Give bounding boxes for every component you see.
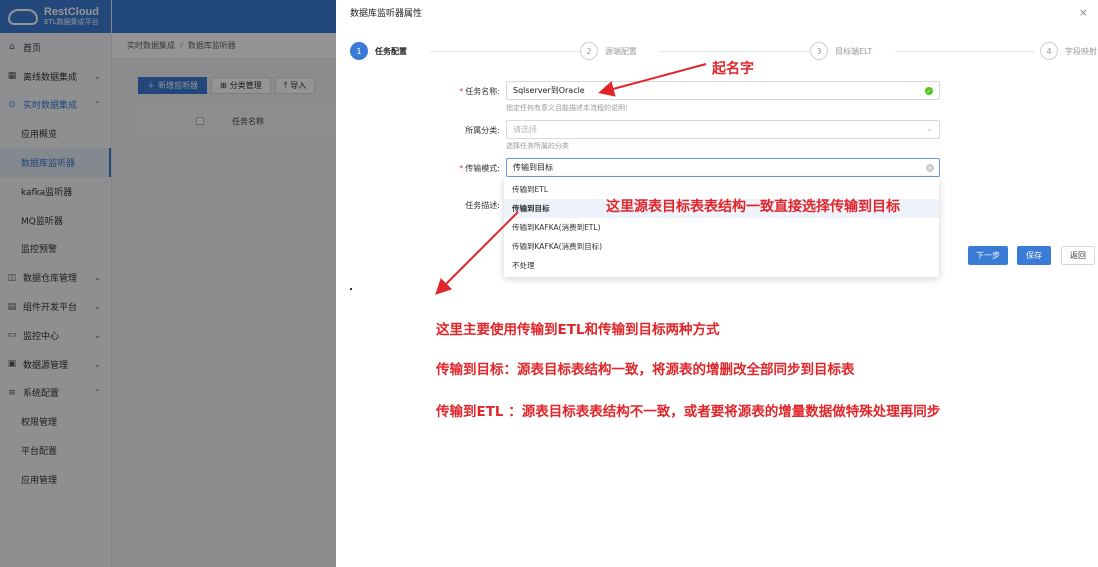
- annotation-to-etl: 传输到ETL ：源表目标表表结构不一致，或者要将源表的增量数据做特殊处理再同步: [436, 404, 941, 420]
- arrow-mode: [435, 211, 519, 295]
- arrow-naming: [598, 63, 707, 97]
- annotation-naming: 起名字: [712, 61, 754, 77]
- annotation-arrows: [435, 63, 707, 295]
- annotation-main-modes: 这里主要使用传输到ETL和传输到目标两种方式: [436, 322, 720, 338]
- annotation-to-target: 传输到目标：源表目标表结构一致，将源表的增删改全部同步到目标表: [436, 362, 855, 378]
- annotation-choose-target: 这里源表目标表表结构一致直接选择传输到目标: [606, 199, 900, 215]
